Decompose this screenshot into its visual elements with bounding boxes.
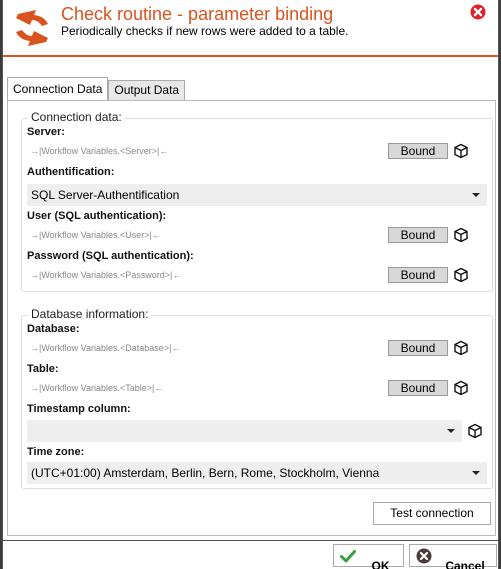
- checkmark-icon: [340, 550, 356, 563]
- cancel-circle-icon: [416, 548, 432, 564]
- password-label: Password (SQL authentication):: [27, 250, 194, 262]
- table-bound-button[interactable]: Bound: [388, 380, 448, 396]
- chevron-down-icon: [472, 193, 480, 197]
- ok-button[interactable]: OK: [333, 544, 404, 569]
- server-bound-button[interactable]: Bound: [388, 143, 448, 159]
- password-binding: →|Workflow Variables.<Password>|←: [30, 270, 182, 280]
- group-legend: Connection data:: [28, 110, 125, 124]
- dialog-subtitle: Periodically checks if new rows were add…: [61, 24, 349, 38]
- database-binding: →|Workflow Variables.<Database>|←: [30, 343, 181, 353]
- timestamp-select[interactable]: [27, 420, 462, 442]
- tab-panel-connection-data: Connection data: Server: →|Workflow Vari…: [7, 100, 496, 536]
- close-icon[interactable]: [470, 4, 486, 20]
- timezone-value: (UTC+01:00) Amsterdam, Berlin, Bern, Rom…: [31, 466, 380, 480]
- chevron-down-icon: [447, 429, 455, 433]
- chevron-down-icon: [472, 471, 480, 475]
- server-label: Server:: [27, 126, 65, 138]
- cube-icon[interactable]: [453, 227, 469, 243]
- timezone-select[interactable]: (UTC+01:00) Amsterdam, Berlin, Bern, Rom…: [27, 462, 487, 484]
- tab-connection-data[interactable]: Connection Data: [7, 77, 109, 100]
- cancel-label: Cancel: [445, 558, 485, 569]
- server-binding: →|Workflow Variables.<Server>|←: [30, 146, 169, 156]
- cube-icon[interactable]: [467, 423, 483, 439]
- timestamp-label: Timestamp column:: [27, 403, 131, 415]
- cancel-button[interactable]: Cancel: [409, 544, 497, 569]
- dialog-footer: OK Cancel: [3, 540, 498, 569]
- user-binding: →|Workflow Variables.<User>|←: [30, 230, 161, 240]
- group-legend: Database information:: [28, 307, 152, 321]
- refresh-arrows-icon: [16, 10, 48, 46]
- authentication-value: SQL Server-Authentification: [31, 188, 180, 202]
- tab-output-data[interactable]: Output Data: [108, 80, 186, 100]
- table-label: Table:: [27, 363, 59, 375]
- password-bound-button[interactable]: Bound: [388, 267, 448, 283]
- database-label: Database:: [27, 323, 80, 335]
- cube-icon[interactable]: [453, 340, 469, 356]
- user-bound-button[interactable]: Bound: [388, 227, 448, 243]
- ok-label: OK: [371, 558, 390, 569]
- connection-data-group: Connection data: Server: →|Workflow Vari…: [21, 110, 493, 292]
- database-bound-button[interactable]: Bound: [388, 340, 448, 356]
- authentication-label: Authentification:: [27, 166, 115, 178]
- timezone-label: Time zone:: [27, 446, 85, 458]
- cube-icon[interactable]: [453, 267, 469, 283]
- dialog-header: Check routine - parameter binding Period…: [3, 0, 498, 57]
- test-connection-button[interactable]: Test connection: [373, 502, 491, 525]
- authentication-select[interactable]: SQL Server-Authentification: [27, 184, 487, 206]
- cube-icon[interactable]: [453, 380, 469, 396]
- dialog-content: Connection Data Output Data Connection d…: [3, 57, 498, 540]
- dialog-title: Check routine - parameter binding: [61, 4, 334, 24]
- cube-icon[interactable]: [453, 143, 469, 159]
- database-information-group: Database information: Database: →|Workfl…: [21, 307, 493, 489]
- user-label: User (SQL authentication):: [27, 210, 167, 222]
- table-binding: →|Workflow Variables.<Table>|←: [30, 383, 164, 393]
- tab-bar: Connection Data Output Data: [7, 77, 186, 100]
- dialog-window: Check routine - parameter binding Period…: [2, 0, 499, 569]
